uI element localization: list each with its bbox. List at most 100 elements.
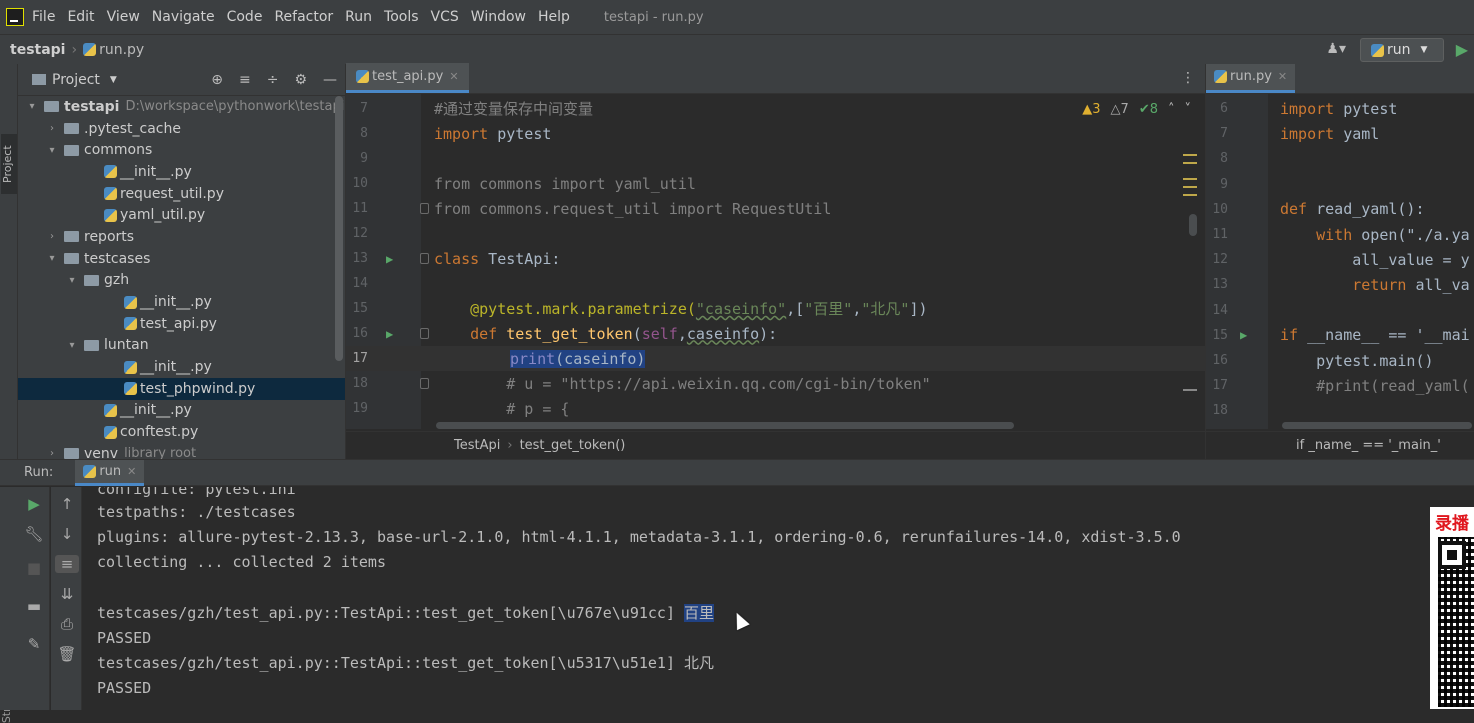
tree-folder[interactable]: ▾ gzh <box>18 270 345 292</box>
menu-navigate[interactable]: Navigate <box>152 9 215 25</box>
rerun-icon[interactable]: ▶ <box>22 495 46 513</box>
pin-icon[interactable]: ✎ <box>22 635 46 653</box>
fold-icon[interactable] <box>420 328 429 340</box>
chevron-down-icon[interactable]: ▾ <box>26 101 38 112</box>
tree-folder[interactable]: › venv library root <box>18 443 345 459</box>
chevron-right-icon[interactable]: › <box>46 123 58 134</box>
user-icon[interactable]: ♟▾ <box>1326 41 1346 57</box>
editor-vertical-scrollbar[interactable] <box>1189 214 1197 236</box>
tab-run-py[interactable]: run.py ✕ <box>1206 64 1296 93</box>
error-stripe-mark[interactable] <box>1183 389 1197 391</box>
menu-help[interactable]: Help <box>538 9 570 25</box>
identifier: yaml_util <box>605 174 696 193</box>
tree-file[interactable]: __init__.py <box>18 356 345 378</box>
project-tool-window-button[interactable]: Project <box>1 134 17 194</box>
project-panel-title[interactable]: Project <box>52 72 100 88</box>
tree-file[interactable]: request_util.py <box>18 183 345 205</box>
expand-all-icon[interactable]: ≡ <box>239 72 251 88</box>
breadcrumb-main[interactable]: if _name_ == '_main_' <box>1296 438 1441 453</box>
menu-edit[interactable]: Edit <box>67 9 94 25</box>
menu-code[interactable]: Code <box>227 9 263 25</box>
menu-window[interactable]: Window <box>471 9 526 25</box>
chevron-down-icon[interactable]: ▾ <box>46 253 58 264</box>
locate-icon[interactable]: ⊕ <box>211 72 223 88</box>
editor-horizontal-scrollbar[interactable] <box>1282 422 1472 429</box>
soft-wrap-icon[interactable]: ≡ <box>55 555 79 573</box>
menu-tools[interactable]: Tools <box>384 9 419 25</box>
breadcrumb-project[interactable]: testapi <box>10 42 65 58</box>
run-gutter-icon[interactable]: ▶ <box>1240 328 1247 342</box>
wrench-icon[interactable]: 🔧︎ <box>22 525 46 543</box>
chevron-right-icon[interactable]: › <box>46 231 58 242</box>
hide-icon[interactable]: — <box>323 72 337 88</box>
tree-file[interactable]: test_api.py <box>18 313 345 335</box>
run-play-icon[interactable]: ▶ <box>1456 40 1468 59</box>
tree-file[interactable]: __init__.py <box>18 400 345 422</box>
scroll-to-end-icon[interactable]: ⇊ <box>55 585 79 603</box>
trash-icon[interactable]: 🗑︎ <box>55 645 79 663</box>
menu-view[interactable]: View <box>107 9 140 25</box>
more-icon[interactable]: ⋮ <box>1181 70 1195 86</box>
arrow-down-icon[interactable]: ↓ <box>55 525 79 543</box>
folder-icon <box>84 274 99 286</box>
run-gutter-icon[interactable]: ▶ <box>386 327 393 341</box>
console-line: testcases/gzh/test_api.py::TestApi::test… <box>97 601 715 626</box>
breadcrumb-file[interactable]: run.py <box>83 42 144 58</box>
code-line: 14 <box>346 271 1205 296</box>
tree-file[interactable]: __init__.py <box>18 291 345 313</box>
chevron-down-icon[interactable]: ▾ <box>46 145 58 156</box>
menu-file[interactable]: File <box>32 9 55 25</box>
tree-folder[interactable]: › reports <box>18 226 345 248</box>
error-stripe-mark[interactable] <box>1183 186 1197 188</box>
close-icon[interactable]: ✕ <box>1278 70 1287 83</box>
error-stripe-mark[interactable] <box>1183 178 1197 180</box>
print-icon[interactable]: ⎙ <box>55 615 79 633</box>
chevron-down-icon[interactable]: ˅ <box>1185 102 1192 117</box>
collapse-all-icon[interactable]: ÷ <box>267 72 279 88</box>
chevron-down-icon[interactable]: ▼ <box>110 75 117 85</box>
code-line: 10 from commons import yaml_util <box>346 171 1205 196</box>
close-icon[interactable]: ✕ <box>127 465 136 478</box>
gear-icon[interactable]: ⚙ <box>294 72 307 88</box>
layout-icon[interactable]: ▬ <box>22 597 46 615</box>
menu-run[interactable]: Run <box>345 9 372 25</box>
chevron-right-icon[interactable]: › <box>46 448 58 459</box>
typo-count: ✔8 <box>1138 102 1158 117</box>
console-output[interactable]: configfile: pytest.ini testpaths: ./test… <box>97 487 1427 710</box>
tree-scrollbar[interactable] <box>335 96 343 361</box>
error-stripe-mark[interactable] <box>1183 194 1197 196</box>
tree-file[interactable]: conftest.py <box>18 421 345 443</box>
breadcrumb-class[interactable]: TestApi <box>454 438 500 453</box>
stop-icon[interactable]: ■ <box>22 559 46 577</box>
fold-icon[interactable] <box>420 378 429 390</box>
tree-folder[interactable]: ▾ testapi D:\workspace\pythonwork\testapi <box>18 96 345 118</box>
fold-icon[interactable] <box>420 203 429 215</box>
chevron-up-icon[interactable]: ˄ <box>1168 102 1175 117</box>
tree-file[interactable]: test_phpwind.py <box>18 377 345 400</box>
tree-folder[interactable]: ▾ luntan <box>18 335 345 357</box>
tree-folder[interactable]: › .pytest_cache <box>18 118 345 140</box>
tree-file[interactable]: __init__.py <box>18 161 345 183</box>
chevron-down-icon[interactable]: ▾ <box>66 340 78 351</box>
arrow-up-icon[interactable]: ↑ <box>55 495 79 513</box>
tree-file[interactable]: yaml_util.py <box>18 204 345 226</box>
tab-test-api[interactable]: test_api.py ✕ <box>346 63 469 93</box>
menu-refactor[interactable]: Refactor <box>274 9 333 25</box>
run-gutter-icon[interactable]: ▶ <box>386 252 393 266</box>
error-stripe-mark[interactable] <box>1183 154 1197 156</box>
close-icon[interactable]: ✕ <box>449 70 458 83</box>
tree-folder[interactable]: ▾ testcases <box>18 248 345 270</box>
fold-icon[interactable] <box>420 253 429 265</box>
error-stripe-mark[interactable] <box>1183 162 1197 164</box>
run-config-select[interactable]: run ▼ <box>1360 38 1444 62</box>
menu-vcs[interactable]: VCS <box>431 9 459 25</box>
run-tab[interactable]: run ✕ <box>75 459 145 486</box>
breadcrumb-method[interactable]: test_get_token() <box>520 438 626 453</box>
python-file-icon <box>104 425 117 439</box>
code-text: return all_va <box>1280 276 1469 294</box>
inspection-widget[interactable]: ▲3 △7 ✔8 ˄ ˅ <box>1082 102 1191 117</box>
chevron-down-icon[interactable]: ▾ <box>66 275 78 286</box>
tree-folder[interactable]: ▾ commons <box>18 139 345 161</box>
editor-horizontal-scrollbar[interactable] <box>436 422 1014 429</box>
